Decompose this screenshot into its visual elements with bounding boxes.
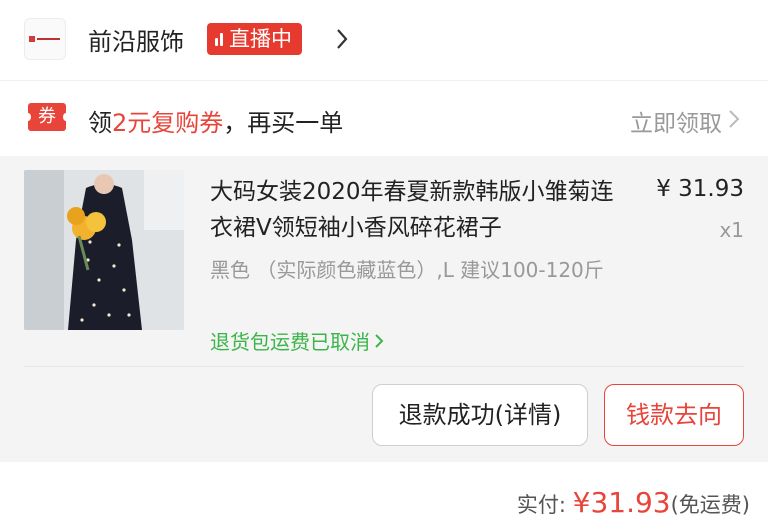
refund-details-button[interactable]: 退款成功(详情) (372, 384, 588, 446)
coupon-text-prefix: 领 (88, 109, 112, 137)
store-logo-icon[interactable] (24, 18, 66, 60)
coupon-text-suffix: ，再买一单 (223, 109, 344, 137)
return-note-text: 退货包运费已取消 (210, 330, 370, 354)
order-card: 大码女装2020年春夏新款韩版小雏菊连衣裙V领短袖小香风碎花裙子 ¥ 31.93… (0, 156, 768, 462)
coupon-text: 领2元复购券，再买一单 (88, 103, 343, 138)
paid-total: 实付: ¥31.93(免运费) (517, 486, 750, 519)
live-label: 直播中 (229, 27, 292, 51)
product-sku: 黑色 （实际颜色藏蓝色）,L 建议100-120斤 (210, 258, 604, 282)
paid-amount: ¥31.93 (572, 486, 671, 519)
return-shipping-note[interactable]: 退货包运费已取消 (210, 326, 384, 355)
coupon-amount: 2元复购券 (112, 109, 224, 137)
shop-header: 前沿服饰 直播中 (0, 0, 768, 80)
claim-coupon-link[interactable]: 立即领取 (630, 104, 722, 138)
chevron-right-icon (375, 333, 384, 348)
payment-summary: 实付: ¥31.93(免运费) (0, 462, 768, 519)
chevron-right-icon[interactable] (335, 27, 349, 51)
live-signal-icon (215, 32, 223, 46)
money-flow-button[interactable]: 钱款去向 (604, 384, 744, 446)
product-quantity: x1 (719, 218, 744, 242)
paid-label: 实付: (516, 493, 573, 517)
live-badge[interactable]: 直播中 (207, 23, 302, 55)
product-image[interactable] (24, 170, 184, 330)
shop-name[interactable]: 前沿服饰 (88, 22, 184, 57)
coupon-tag: 券 (25, 103, 69, 131)
shipping-note: (免运费) (670, 493, 750, 517)
divider (24, 366, 744, 367)
product-price: ¥ 31.93 (656, 176, 744, 202)
product-title[interactable]: 大码女装2020年春夏新款韩版小雏菊连衣裙V领短袖小香风碎花裙子 (210, 174, 630, 246)
chevron-right-icon[interactable] (728, 109, 740, 129)
coupon-banner[interactable]: 券 领2元复购券，再买一单 立即领取 (0, 80, 768, 156)
